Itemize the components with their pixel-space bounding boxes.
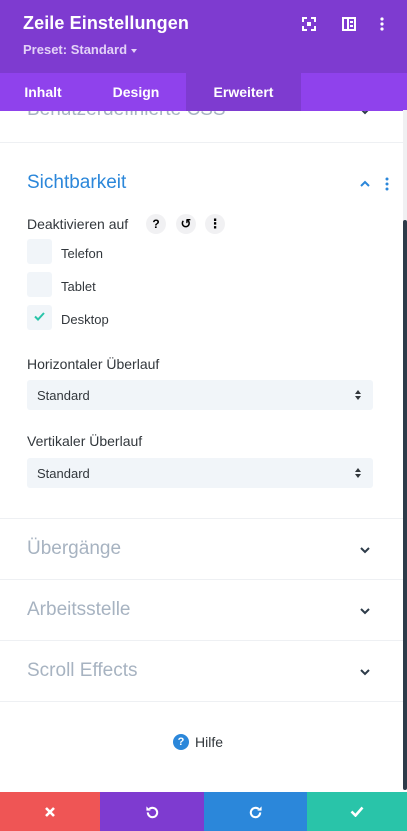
reset-icon[interactable]: ↺	[176, 214, 196, 234]
cancel-button[interactable]	[0, 792, 100, 831]
checkbox-desktop[interactable]	[27, 305, 52, 330]
chevron-down-icon[interactable]	[359, 666, 371, 678]
horizontal-overflow-value: Standard	[37, 388, 90, 403]
tab-content[interactable]: Inhalt	[0, 73, 86, 111]
section-transitions-title[interactable]: Übergänge	[27, 538, 121, 560]
tab-bar: Inhalt Design Erweitert	[0, 73, 407, 111]
settings-panel[interactable]: Benutzerdefinierte CSS Sichtbarkeit Deak…	[0, 111, 407, 792]
checkbox-desktop-label: Desktop	[61, 312, 109, 327]
help-icon[interactable]: ?	[146, 214, 166, 234]
checkbox-phone-label: Telefon	[61, 246, 103, 261]
horizontal-overflow-label: Horizontaler Überlauf	[27, 356, 160, 372]
divider	[0, 640, 403, 641]
redo-button[interactable]	[204, 792, 307, 831]
check-icon	[350, 806, 364, 817]
section-visibility-title[interactable]: Sichtbarkeit	[27, 172, 126, 194]
help-link[interactable]: ? Hilfe	[173, 733, 223, 751]
divider	[0, 518, 403, 519]
preset-label: Preset: Standard	[23, 42, 128, 57]
section-custom-css-title[interactable]: Benutzerdefinierte CSS	[27, 111, 226, 121]
disable-on-label: Deaktivieren auf	[27, 216, 129, 232]
horizontal-overflow-select[interactable]: Standard	[27, 380, 373, 410]
more-vertical-icon[interactable]	[373, 15, 391, 33]
divider	[0, 142, 403, 143]
checkmark-icon	[34, 312, 45, 321]
undo-button[interactable]	[100, 792, 204, 831]
checkbox-phone[interactable]	[27, 239, 52, 264]
checkbox-tablet[interactable]	[27, 272, 52, 297]
divider	[0, 701, 403, 702]
vertical-overflow-value: Standard	[37, 466, 90, 481]
chevron-down-icon[interactable]	[359, 605, 371, 617]
fullscreen-icon[interactable]	[300, 15, 318, 33]
preset-dropdown[interactable]: Preset: Standard	[23, 42, 138, 57]
help-label: Hilfe	[195, 734, 224, 750]
close-icon	[45, 806, 55, 817]
undo-icon	[145, 806, 158, 819]
scrollbar-thumb[interactable]	[403, 220, 407, 790]
vertical-overflow-select[interactable]: Standard	[27, 458, 373, 488]
select-arrows-icon	[355, 468, 361, 478]
modal-title: Zeile Einstellungen	[23, 13, 189, 33]
save-button[interactable]	[307, 792, 407, 831]
vertical-overflow-label: Vertikaler Überlauf	[27, 433, 143, 449]
section-position-title[interactable]: Arbeitsstelle	[27, 599, 131, 621]
checkbox-tablet-label: Tablet	[61, 279, 96, 294]
chevron-up-icon[interactable]	[359, 178, 371, 190]
settings-header: Zeile Einstellungen Preset: Standard	[0, 0, 407, 73]
tab-advanced[interactable]: Erweitert	[186, 73, 301, 111]
chevron-down-icon[interactable]	[359, 544, 371, 556]
action-bar	[0, 792, 407, 831]
chevron-down-icon[interactable]	[359, 111, 371, 117]
select-arrows-icon	[355, 390, 361, 400]
more-options-icon[interactable]: ⋮	[205, 214, 225, 234]
section-more-icon[interactable]	[385, 177, 389, 191]
section-scroll-effects-title[interactable]: Scroll Effects	[27, 660, 138, 682]
redo-icon	[249, 806, 262, 819]
caret-down-icon	[131, 48, 138, 53]
scrollbar[interactable]	[403, 110, 407, 790]
tab-design[interactable]: Design	[86, 73, 186, 111]
divider	[0, 579, 403, 580]
split-view-icon[interactable]	[340, 15, 358, 33]
help-circle-icon: ?	[173, 734, 189, 750]
